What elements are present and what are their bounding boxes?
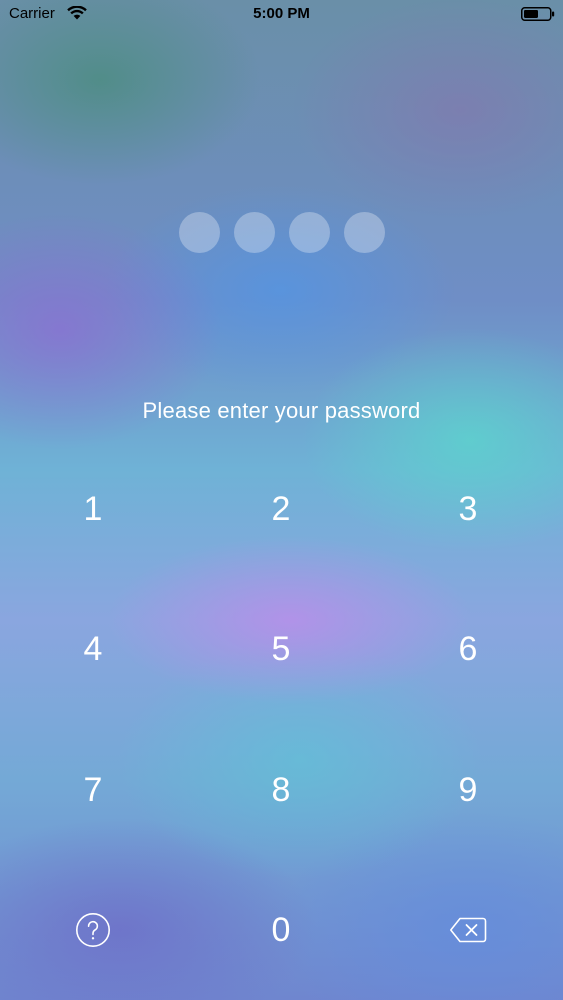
delete-button[interactable] — [408, 890, 528, 970]
key-4[interactable]: 4 — [33, 609, 153, 689]
key-7[interactable]: 7 — [33, 750, 153, 830]
backspace-icon — [450, 917, 487, 943]
key-1[interactable]: 1 — [33, 469, 153, 549]
passcode-screen: Carrier 5:00 PM Please enter your passwo… — [0, 0, 563, 1000]
help-button[interactable] — [33, 890, 153, 970]
key-8[interactable]: 8 — [221, 750, 341, 830]
key-9[interactable]: 9 — [408, 750, 528, 830]
key-0[interactable]: 0 — [221, 890, 341, 970]
key-6[interactable]: 6 — [408, 609, 528, 689]
key-5[interactable]: 5 — [221, 609, 341, 689]
key-2[interactable]: 2 — [221, 469, 341, 549]
question-circle-icon — [75, 912, 111, 948]
key-3[interactable]: 3 — [408, 469, 528, 549]
keypad: 1 2 3 4 5 6 7 8 9 0 — [0, 0, 563, 1000]
